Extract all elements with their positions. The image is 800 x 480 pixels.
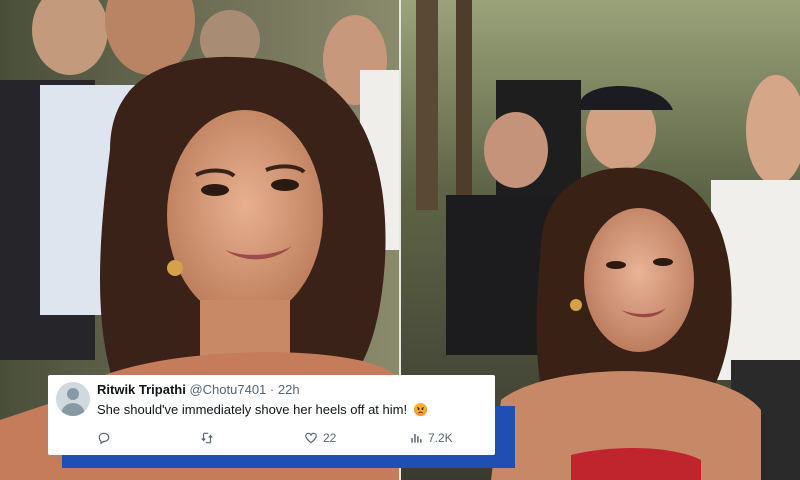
retweet-button[interactable] — [200, 431, 214, 445]
views-button[interactable]: 7.2K — [409, 431, 453, 445]
tweet-header: Ritwik Tripathi @Chotu7401 · 22h — [97, 382, 300, 397]
like-button[interactable]: 22 — [304, 431, 336, 445]
avatar[interactable] — [56, 382, 90, 416]
author-handle[interactable]: @Chotu7401 — [189, 382, 266, 397]
tweet-body: She should've immediately shove her heel… — [97, 402, 427, 417]
avatar-default-head — [67, 388, 79, 400]
header-separator: · — [269, 382, 275, 397]
author-name[interactable]: Ritwik Tripathi — [97, 382, 186, 397]
like-count: 22 — [323, 431, 337, 445]
reply-button[interactable] — [97, 431, 111, 445]
tweet-actions: 22 7.2K — [97, 431, 487, 447]
avatar-default-body — [61, 403, 85, 416]
tweet-card[interactable]: Ritwik Tripathi @Chotu7401 · 22h She sho… — [48, 375, 495, 455]
tweet-timestamp[interactable]: 22h — [278, 382, 300, 397]
view-count: 7.2K — [428, 431, 453, 445]
heart-icon — [305, 432, 317, 444]
retweet-icon — [201, 432, 213, 444]
angry-face-emoji-icon — [413, 403, 427, 416]
views-bar-chart-icon — [411, 433, 422, 443]
tweet-text: She should've immediately shove her heel… — [97, 402, 408, 417]
reply-icon — [98, 432, 110, 445]
